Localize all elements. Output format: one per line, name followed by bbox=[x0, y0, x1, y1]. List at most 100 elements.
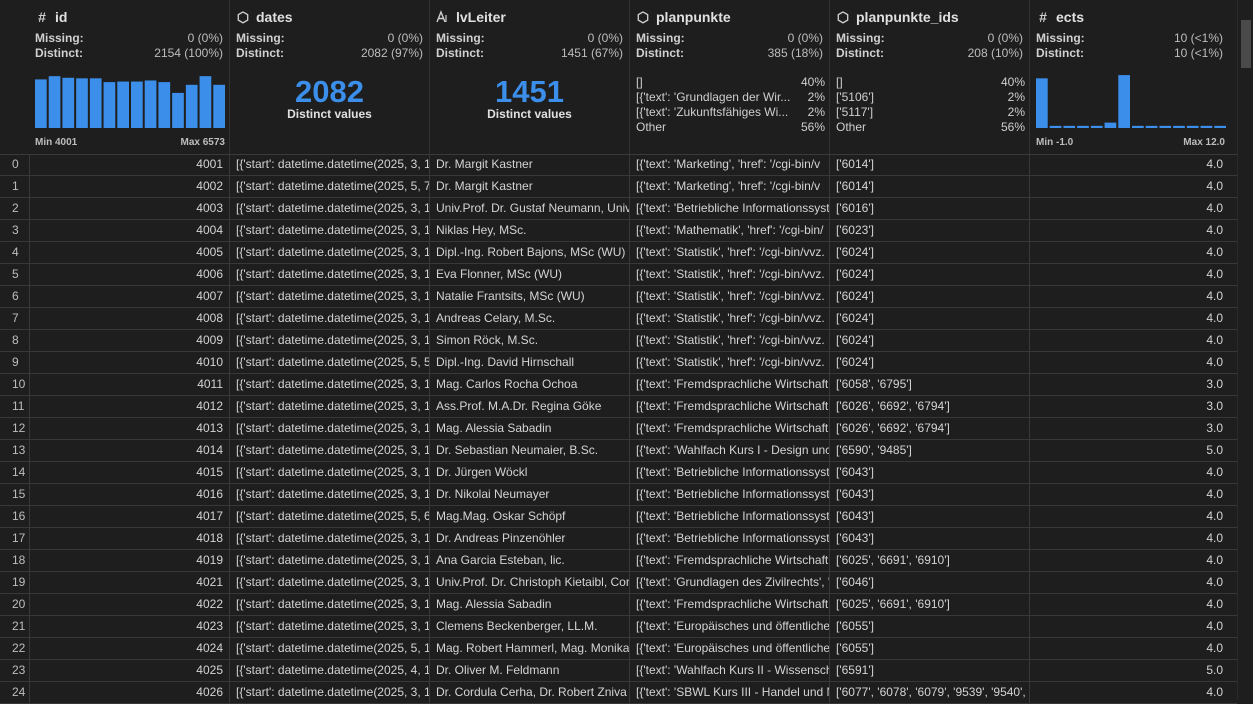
cell-id[interactable]: 4010 bbox=[29, 352, 229, 373]
cell-planpunkte[interactable]: [{'text': 'Marketing', 'href': '/cgi-bin… bbox=[629, 154, 829, 175]
table-row[interactable]: 17 4018 [{'start': datetime.datetime(2025,… bbox=[0, 528, 1237, 550]
cell-id[interactable]: 4023 bbox=[29, 616, 229, 637]
cell-planpunkte[interactable]: [{'text': 'Betriebliche Informationssyst bbox=[629, 484, 829, 505]
column-title[interactable]: ⬡ planpunkte bbox=[636, 7, 731, 27]
row-index[interactable]: 9 bbox=[0, 352, 29, 373]
cell-planpunkte[interactable]: [{'text': 'Statistik', 'href': '/cgi-bin… bbox=[629, 330, 829, 351]
table-row[interactable]: 23 4025 [{'start': datetime.datetime(2025,… bbox=[0, 660, 1237, 682]
cell-ects[interactable]: 4.0 bbox=[1029, 352, 1229, 373]
cell-dates[interactable]: [{'start': datetime.datetime(2025, 3, 1 bbox=[229, 154, 429, 175]
row-index[interactable]: 12 bbox=[0, 418, 29, 439]
cell-dates[interactable]: [{'start': datetime.datetime(2025, 5, 5 bbox=[229, 352, 429, 373]
cell-id[interactable]: 4007 bbox=[29, 286, 229, 307]
cell-ects[interactable]: 4.0 bbox=[1029, 506, 1229, 527]
cell-dates[interactable]: [{'start': datetime.datetime(2025, 3, 1 bbox=[229, 220, 429, 241]
cell-planpunkte-ids[interactable]: ['6025', '6691', '6910'] bbox=[829, 550, 1029, 571]
column-title[interactable]: ⬡ planpunkte_ids bbox=[836, 7, 959, 27]
table-row[interactable]: 4 4005 [{'start': datetime.datetime(2025, … bbox=[0, 242, 1237, 264]
cell-id[interactable]: 4009 bbox=[29, 330, 229, 351]
cell-lvleiter[interactable]: Dr. Jürgen Wöckl bbox=[429, 462, 629, 483]
cell-planpunkte-ids[interactable]: ['6014'] bbox=[829, 154, 1029, 175]
cell-planpunkte[interactable]: [{'text': 'Betriebliche Informationssyst bbox=[629, 198, 829, 219]
cell-ects[interactable]: 4.0 bbox=[1029, 594, 1229, 615]
cell-dates[interactable]: [{'start': datetime.datetime(2025, 5, 6 bbox=[229, 506, 429, 527]
row-index[interactable]: 1 bbox=[0, 176, 29, 197]
cell-dates[interactable]: [{'start': datetime.datetime(2025, 3, 1 bbox=[229, 374, 429, 395]
cell-ects[interactable]: 4.0 bbox=[1029, 176, 1229, 197]
cell-planpunkte-ids[interactable]: ['6591'] bbox=[829, 660, 1029, 681]
row-index[interactable]: 5 bbox=[0, 264, 29, 285]
cell-planpunkte[interactable]: [{'text': 'Mathematik', 'href': '/cgi-bi… bbox=[629, 220, 829, 241]
cell-id[interactable]: 4019 bbox=[29, 550, 229, 571]
row-index[interactable]: 3 bbox=[0, 220, 29, 241]
table-row[interactable]: 8 4009 [{'start': datetime.datetime(2025, … bbox=[0, 330, 1237, 352]
cell-dates[interactable]: [{'start': datetime.datetime(2025, 3, 1 bbox=[229, 396, 429, 417]
cell-dates[interactable]: [{'start': datetime.datetime(2025, 5, 1 bbox=[229, 638, 429, 659]
cell-id[interactable]: 4012 bbox=[29, 396, 229, 417]
cell-planpunkte-ids[interactable]: ['6026', '6692', '6794'] bbox=[829, 418, 1029, 439]
cell-id[interactable]: 4024 bbox=[29, 638, 229, 659]
row-index[interactable]: 17 bbox=[0, 528, 29, 549]
row-index[interactable]: 4 bbox=[0, 242, 29, 263]
cell-lvleiter[interactable]: Dipl.-Ing. Robert Bajons, MSc (WU) bbox=[429, 242, 629, 263]
cell-planpunkte-ids[interactable]: ['6055'] bbox=[829, 616, 1029, 637]
cell-planpunkte[interactable]: [{'text': 'Statistik', 'href': '/cgi-bin… bbox=[629, 264, 829, 285]
cell-ects[interactable]: 4.0 bbox=[1029, 242, 1229, 263]
cell-lvleiter[interactable]: Dr. Margit Kastner bbox=[429, 176, 629, 197]
row-index[interactable]: 14 bbox=[0, 462, 29, 483]
table-row[interactable]: 1 4002 [{'start': datetime.datetime(2025, … bbox=[0, 176, 1237, 198]
cell-dates[interactable]: [{'start': datetime.datetime(2025, 3, 1 bbox=[229, 462, 429, 483]
cell-lvleiter[interactable]: Dr. Sebastian Neumaier, B.Sc. bbox=[429, 440, 629, 461]
cell-id[interactable]: 4018 bbox=[29, 528, 229, 549]
column-title[interactable]: lvLeiter bbox=[436, 7, 506, 27]
table-row[interactable]: 7 4008 [{'start': datetime.datetime(2025, … bbox=[0, 308, 1237, 330]
row-index[interactable]: 15 bbox=[0, 484, 29, 505]
vertical-scrollbar[interactable] bbox=[1237, 0, 1253, 700]
row-index[interactable]: 2 bbox=[0, 198, 29, 219]
cell-lvleiter[interactable]: Dr. Nikolai Neumayer bbox=[429, 484, 629, 505]
table-row[interactable]: 22 4024 [{'start': datetime.datetime(2025,… bbox=[0, 638, 1237, 660]
cell-planpunkte[interactable]: [{'text': 'Statistik', 'href': '/cgi-bin… bbox=[629, 308, 829, 329]
cell-dates[interactable]: [{'start': datetime.datetime(2025, 3, 1 bbox=[229, 198, 429, 219]
cell-planpunkte-ids[interactable]: ['6043'] bbox=[829, 484, 1029, 505]
column-header-planpunkte[interactable]: ⬡ planpunkte Missing: 0 (0%) Distinct: 385… bbox=[629, 0, 829, 154]
cell-dates[interactable]: [{'start': datetime.datetime(2025, 3, 1 bbox=[229, 440, 429, 461]
cell-planpunkte-ids[interactable]: ['6024'] bbox=[829, 308, 1029, 329]
cell-lvleiter[interactable]: Mag. Carlos Rocha Ochoa bbox=[429, 374, 629, 395]
table-row[interactable]: 21 4023 [{'start': datetime.datetime(2025,… bbox=[0, 616, 1237, 638]
cell-ects[interactable]: 4.0 bbox=[1029, 572, 1229, 593]
row-index[interactable]: 11 bbox=[0, 396, 29, 417]
cell-ects[interactable]: 4.0 bbox=[1029, 330, 1229, 351]
cell-lvleiter[interactable]: Dr. Oliver M. Feldmann bbox=[429, 660, 629, 681]
table-row[interactable]: 5 4006 [{'start': datetime.datetime(2025, … bbox=[0, 264, 1237, 286]
cell-planpunkte-ids[interactable]: ['6590', '9485'] bbox=[829, 440, 1029, 461]
cell-lvleiter[interactable]: Natalie Frantsits, MSc (WU) bbox=[429, 286, 629, 307]
cell-id[interactable]: 4016 bbox=[29, 484, 229, 505]
cell-lvleiter[interactable]: Clemens Beckenberger, LL.M. bbox=[429, 616, 629, 637]
cell-id[interactable]: 4011 bbox=[29, 374, 229, 395]
cell-ects[interactable]: 4.0 bbox=[1029, 220, 1229, 241]
cell-id[interactable]: 4006 bbox=[29, 264, 229, 285]
cell-ects[interactable]: 4.0 bbox=[1029, 286, 1229, 307]
cell-planpunkte-ids[interactable]: ['6024'] bbox=[829, 286, 1029, 307]
cell-ects[interactable]: 3.0 bbox=[1029, 418, 1229, 439]
cell-dates[interactable]: [{'start': datetime.datetime(2025, 3, 1 bbox=[229, 242, 429, 263]
column-header-lvleiter[interactable]: lvLeiter Missing: 0 (0%) Distinct: 1451 (6… bbox=[429, 0, 629, 154]
cell-lvleiter[interactable]: Mag. Alessia Sabadin bbox=[429, 418, 629, 439]
cell-ects[interactable]: 4.0 bbox=[1029, 616, 1229, 637]
cell-ects[interactable]: 4.0 bbox=[1029, 638, 1229, 659]
cell-planpunkte[interactable]: [{'text': 'Wahlfach Kurs I - Design unc bbox=[629, 440, 829, 461]
column-header-id[interactable]: # id Missing: 0 (0%) Distinct: 2154 (100%)… bbox=[29, 0, 229, 154]
cell-planpunkte-ids[interactable]: ['6014'] bbox=[829, 176, 1029, 197]
cell-planpunkte[interactable]: [{'text': 'Grundlagen des Zivilrechts', … bbox=[629, 572, 829, 593]
row-index[interactable]: 0 bbox=[0, 154, 29, 175]
column-header-dates[interactable]: ⬡ dates Missing: 0 (0%) Distinct: 2082 (97… bbox=[229, 0, 429, 154]
cell-planpunkte[interactable]: [{'text': 'Betriebliche Informationssyst bbox=[629, 462, 829, 483]
table-row[interactable]: 18 4019 [{'start': datetime.datetime(2025,… bbox=[0, 550, 1237, 572]
cell-lvleiter[interactable]: Univ.Prof. Dr. Gustaf Neumann, Univ bbox=[429, 198, 629, 219]
cell-planpunkte[interactable]: [{'text': 'Europäisches und öffentliche bbox=[629, 638, 829, 659]
row-index[interactable]: 6 bbox=[0, 286, 29, 307]
cell-planpunkte[interactable]: [{'text': 'Wahlfach Kurs II - Wissensch bbox=[629, 660, 829, 681]
cell-planpunkte[interactable]: [{'text': 'Betriebliche Informationssyst bbox=[629, 506, 829, 527]
cell-dates[interactable]: [{'start': datetime.datetime(2025, 3, 1 bbox=[229, 550, 429, 571]
